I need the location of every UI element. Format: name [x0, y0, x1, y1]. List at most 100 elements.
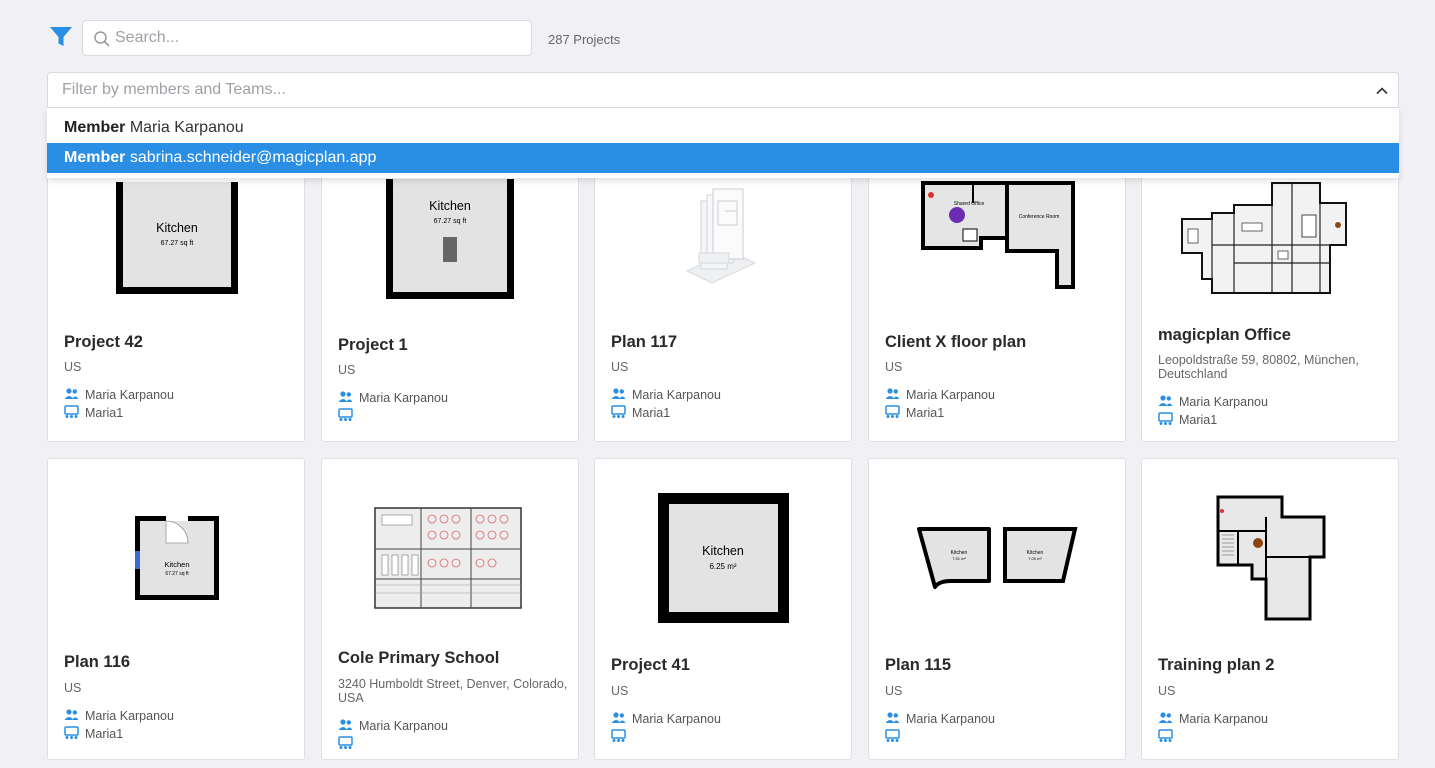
project-member: Maria Karpanou [338, 718, 448, 734]
members-icon [885, 711, 900, 725]
search-icon [93, 30, 111, 48]
members-icon [611, 711, 626, 725]
project-address: US [885, 360, 903, 374]
project-team: Maria1 [611, 405, 670, 421]
thumb-room-label: Kitchen [164, 560, 189, 569]
project-member: Maria Karpanou [64, 387, 174, 403]
project-card[interactable]: Shared Office Conference Room Client X f… [868, 152, 1126, 442]
member-name: Maria Karpanou [1179, 395, 1268, 409]
project-card[interactable]: Kitchen 67.27 sq ft Plan 116 US Maria Ka… [47, 458, 305, 760]
member-name: Maria Karpanou [906, 388, 995, 402]
thumb-area-label: 67.27 sq ft [165, 571, 189, 577]
member-filter-input[interactable] [62, 73, 1342, 107]
project-card[interactable]: Kitchen 67.27 sq ft Project 1 US Maria K… [321, 152, 579, 442]
project-team [611, 729, 632, 745]
project-team: Maria1 [64, 726, 123, 742]
project-team: Maria1 [1158, 412, 1217, 428]
project-address: US [611, 360, 629, 374]
project-title: Plan 117 [611, 333, 678, 351]
member-filter[interactable] [47, 72, 1399, 108]
member-name: Maria Karpanou [85, 388, 174, 402]
member-name: Maria Karpanou [632, 712, 721, 726]
project-title: Client X floor plan [885, 333, 1027, 351]
team-name: Maria1 [632, 406, 671, 420]
team-icon [611, 729, 626, 743]
project-title: Project 41 [611, 656, 690, 674]
members-icon [64, 708, 79, 722]
member-name: Maria Karpanou [85, 709, 174, 723]
option-value: Maria Karpanou [129, 119, 244, 136]
team-name: Maria1 [85, 406, 124, 420]
menu-option-maria-karpanou[interactable]: Member Maria Karpanou [47, 113, 1399, 143]
members-icon [1158, 711, 1173, 725]
project-member: Maria Karpanou [64, 708, 174, 724]
thumb-area-label: 6.25 m² [709, 562, 736, 571]
chevron-up-icon[interactable] [1374, 83, 1390, 99]
thumb-room-label: Kitchen [429, 199, 471, 213]
member-name: Maria Karpanou [359, 719, 448, 733]
team-icon [885, 729, 900, 743]
floorplan-thumbnail [1142, 459, 1398, 629]
members-icon [611, 387, 626, 401]
project-title: Project 42 [64, 333, 143, 351]
project-address: US [64, 360, 82, 374]
project-title: magicplan Office [1158, 326, 1291, 344]
project-address: US [338, 363, 356, 377]
project-title: Plan 115 [885, 656, 952, 674]
thumb-room-label: Kitchen [702, 544, 744, 558]
team-name: Maria1 [906, 406, 945, 420]
team-icon [338, 736, 353, 750]
project-card[interactable]: Kitchen 6.25 m² Project 41 US Maria Karp… [594, 458, 852, 760]
search-box[interactable] [82, 20, 532, 56]
member-name: Maria Karpanou [906, 712, 995, 726]
members-icon [338, 390, 353, 404]
team-icon [1158, 412, 1173, 426]
team-icon [611, 405, 626, 419]
project-member: Maria Karpanou [885, 387, 995, 403]
project-address: 3240 Humboldt Street, Denver, Colorado, … [338, 677, 568, 705]
project-title: Project 1 [338, 336, 408, 354]
project-member: Maria Karpanou [1158, 394, 1268, 410]
project-address: US [885, 684, 903, 698]
project-member: Maria Karpanou [338, 390, 448, 406]
project-address: Leopoldstraße 59, 80802, München, Deutsc… [1158, 353, 1359, 381]
members-icon [885, 387, 900, 401]
project-member: Maria Karpanou [611, 711, 721, 727]
floorplan-thumbnail: Kitchen 67.27 sq ft [48, 459, 304, 619]
project-card[interactable]: Plan 117 US Maria Karpanou Maria1 [594, 152, 852, 442]
thumb-area-label: 7.91 m² [952, 556, 966, 561]
members-icon [1158, 394, 1173, 408]
team-name: Maria1 [1179, 413, 1218, 427]
project-address: US [64, 681, 82, 695]
members-icon [338, 718, 353, 732]
thumb-room-label: Shared Office [954, 201, 985, 207]
project-member: Maria Karpanou [1158, 711, 1268, 727]
project-team [885, 729, 906, 745]
team-icon [885, 405, 900, 419]
floorplan-thumbnail: Kitchen 6.25 m² [595, 459, 851, 629]
project-card[interactable]: Kitchen 67.27 sq ft Project 42 US Maria … [47, 152, 305, 442]
team-name: Maria1 [85, 727, 124, 741]
project-team [1158, 729, 1179, 745]
project-address: US [611, 684, 629, 698]
project-team [338, 408, 359, 424]
team-icon [1158, 729, 1173, 743]
project-team [338, 736, 359, 752]
filter-icon[interactable] [48, 24, 74, 50]
thumb-area2-label: 7.09 m² [1028, 556, 1042, 561]
thumb-room-label: Kitchen [156, 221, 198, 235]
project-title: Training plan 2 [1158, 656, 1275, 674]
team-icon [338, 408, 353, 422]
thumb-area-label: 67.27 sq ft [161, 240, 194, 247]
project-card[interactable]: magicplan Office Leopoldstraße 59, 80802… [1141, 152, 1399, 442]
thumb-area-label: 67.27 sq ft [434, 218, 467, 225]
menu-option-sabrina-schneider[interactable]: Member sabrina.schneider@magicplan.app [47, 143, 1399, 173]
thumb-room2-label: Conference Room [1019, 214, 1060, 220]
search-input[interactable] [115, 21, 525, 55]
member-filter-menu: Member Maria Karpanou Member sabrina.sch… [47, 108, 1399, 178]
project-card[interactable]: Training plan 2 US Maria Karpanou [1141, 458, 1399, 760]
project-card[interactable]: Cole Primary School 3240 Humboldt Street… [321, 458, 579, 760]
project-card[interactable]: Kitchen 7.91 m² Kitchen 7.09 m² Plan 115… [868, 458, 1126, 760]
member-name: Maria Karpanou [1179, 712, 1268, 726]
project-member: Maria Karpanou [885, 711, 995, 727]
